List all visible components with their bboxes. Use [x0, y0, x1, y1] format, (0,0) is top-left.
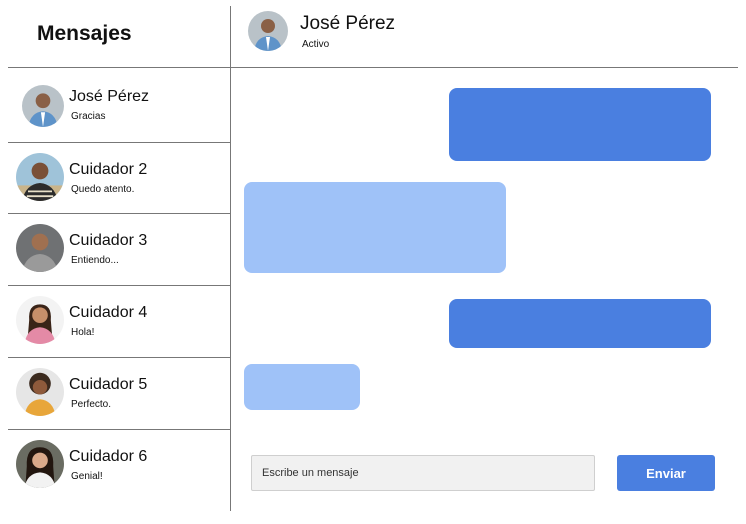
contact-item-cuidador-6[interactable]: Cuidador 6 Genial! [8, 430, 230, 501]
message-bubble-incoming [244, 364, 360, 410]
message-bubble-incoming [244, 182, 506, 273]
contact-item-cuidador-2[interactable]: Cuidador 2 Quedo atento. [8, 143, 230, 214]
header-divider [8, 67, 738, 68]
contact-name: Cuidador 5 [69, 376, 148, 393]
avatar [16, 153, 64, 201]
contact-last-message: Entiendo... [71, 255, 119, 266]
chat-header-avatar [248, 11, 288, 51]
contact-last-message: Genial! [71, 471, 103, 482]
contact-last-message: Quedo atento. [71, 184, 135, 195]
chat-contact-name: José Pérez [300, 13, 396, 34]
contact-last-message: Perfecto. [71, 399, 112, 410]
contact-last-message: Gracias [71, 111, 106, 122]
sidebar-title: Mensajes [37, 22, 132, 45]
chat-status: Activo [302, 39, 330, 50]
avatar [16, 296, 64, 344]
avatar [16, 368, 64, 416]
sidebar-divider [230, 6, 231, 511]
contact-name: Cuidador 3 [69, 232, 148, 249]
avatar [16, 440, 64, 488]
contact-name: Cuidador 2 [69, 161, 148, 178]
send-button[interactable]: Enviar [617, 455, 715, 491]
message-bubble-outgoing [449, 299, 711, 348]
avatar [22, 85, 64, 127]
contact-name: José Pérez [69, 88, 150, 105]
contact-item-jose-perez[interactable]: José Pérez Gracias [8, 70, 230, 141]
contact-item-cuidador-4[interactable]: Cuidador 4 Hola! [8, 286, 230, 357]
contact-item-cuidador-3[interactable]: Cuidador 3 Entiendo... [8, 214, 230, 285]
contact-name: Cuidador 6 [69, 448, 148, 465]
message-input[interactable] [251, 455, 595, 491]
avatar [16, 224, 64, 272]
contact-name: Cuidador 4 [69, 304, 148, 321]
contact-item-cuidador-5[interactable]: Cuidador 5 Perfecto. [8, 358, 230, 429]
message-bubble-outgoing [449, 88, 711, 161]
contact-last-message: Hola! [71, 327, 95, 338]
